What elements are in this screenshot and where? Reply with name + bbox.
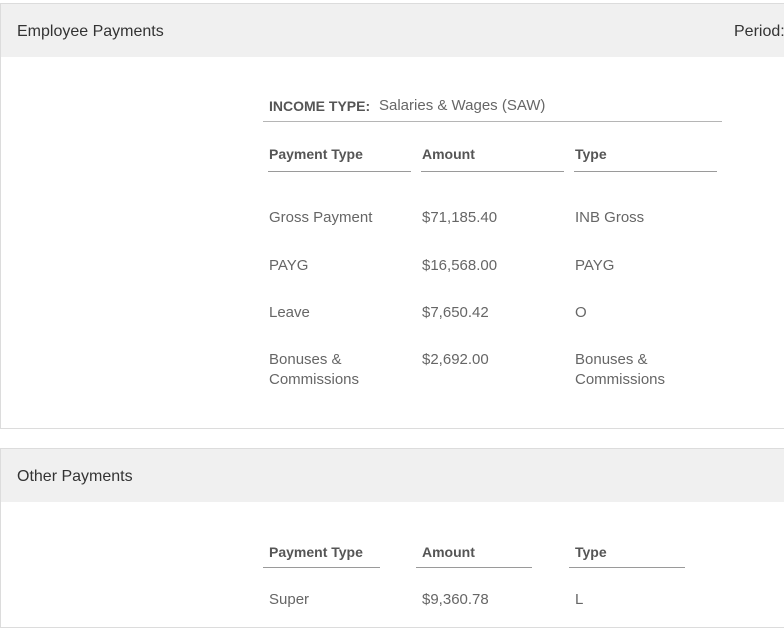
other-payments-header: Other Payments [1, 449, 784, 502]
row-amount: $71,185.40 [422, 209, 498, 226]
row-type: L [575, 591, 584, 608]
row-payment-type: Leave [269, 304, 310, 321]
row-amount: $16,568.00 [422, 257, 498, 274]
col-header-payment-type: Payment Type [269, 146, 363, 162]
row-amount: $2,692.00 [422, 351, 489, 368]
row-payment-type: PAYG [269, 257, 309, 274]
other-col-header-type: Type [575, 544, 607, 560]
col-underline-payment-type [268, 171, 411, 172]
row-type: O [575, 304, 587, 321]
col-header-type: Type [575, 146, 607, 162]
employee-payments-title: Employee Payments [17, 23, 164, 40]
row-type: PAYG [575, 257, 615, 274]
employee-payments-header: Employee Payments Period: [1, 4, 784, 57]
col-underline-type [574, 171, 717, 172]
row-amount: $7,650.42 [422, 304, 489, 321]
other-col-underline-amount [416, 567, 532, 568]
period-label: Period: [734, 23, 784, 40]
row-amount: $9,360.78 [422, 591, 489, 608]
col-underline-amount [421, 171, 564, 172]
row-payment-type: Super [269, 591, 310, 608]
income-type-divider [263, 121, 722, 122]
other-col-underline-type [569, 567, 685, 568]
other-col-header-amount: Amount [422, 544, 475, 560]
row-payment-type: Bonuses & Commissions [269, 351, 360, 388]
other-payments-title: Other Payments [17, 468, 133, 485]
other-payments-panel: Other Payments [0, 448, 784, 628]
income-type-label: INCOME TYPE: [269, 98, 371, 114]
income-type-value: Salaries & Wages (SAW) [379, 97, 546, 114]
other-col-underline-payment-type [263, 567, 380, 568]
row-payment-type: Gross Payment [269, 209, 373, 226]
row-type: INB Gross [575, 209, 645, 226]
col-header-amount: Amount [422, 146, 475, 162]
other-col-header-payment-type: Payment Type [269, 544, 363, 560]
row-type: Bonuses & Commissions [575, 351, 666, 388]
